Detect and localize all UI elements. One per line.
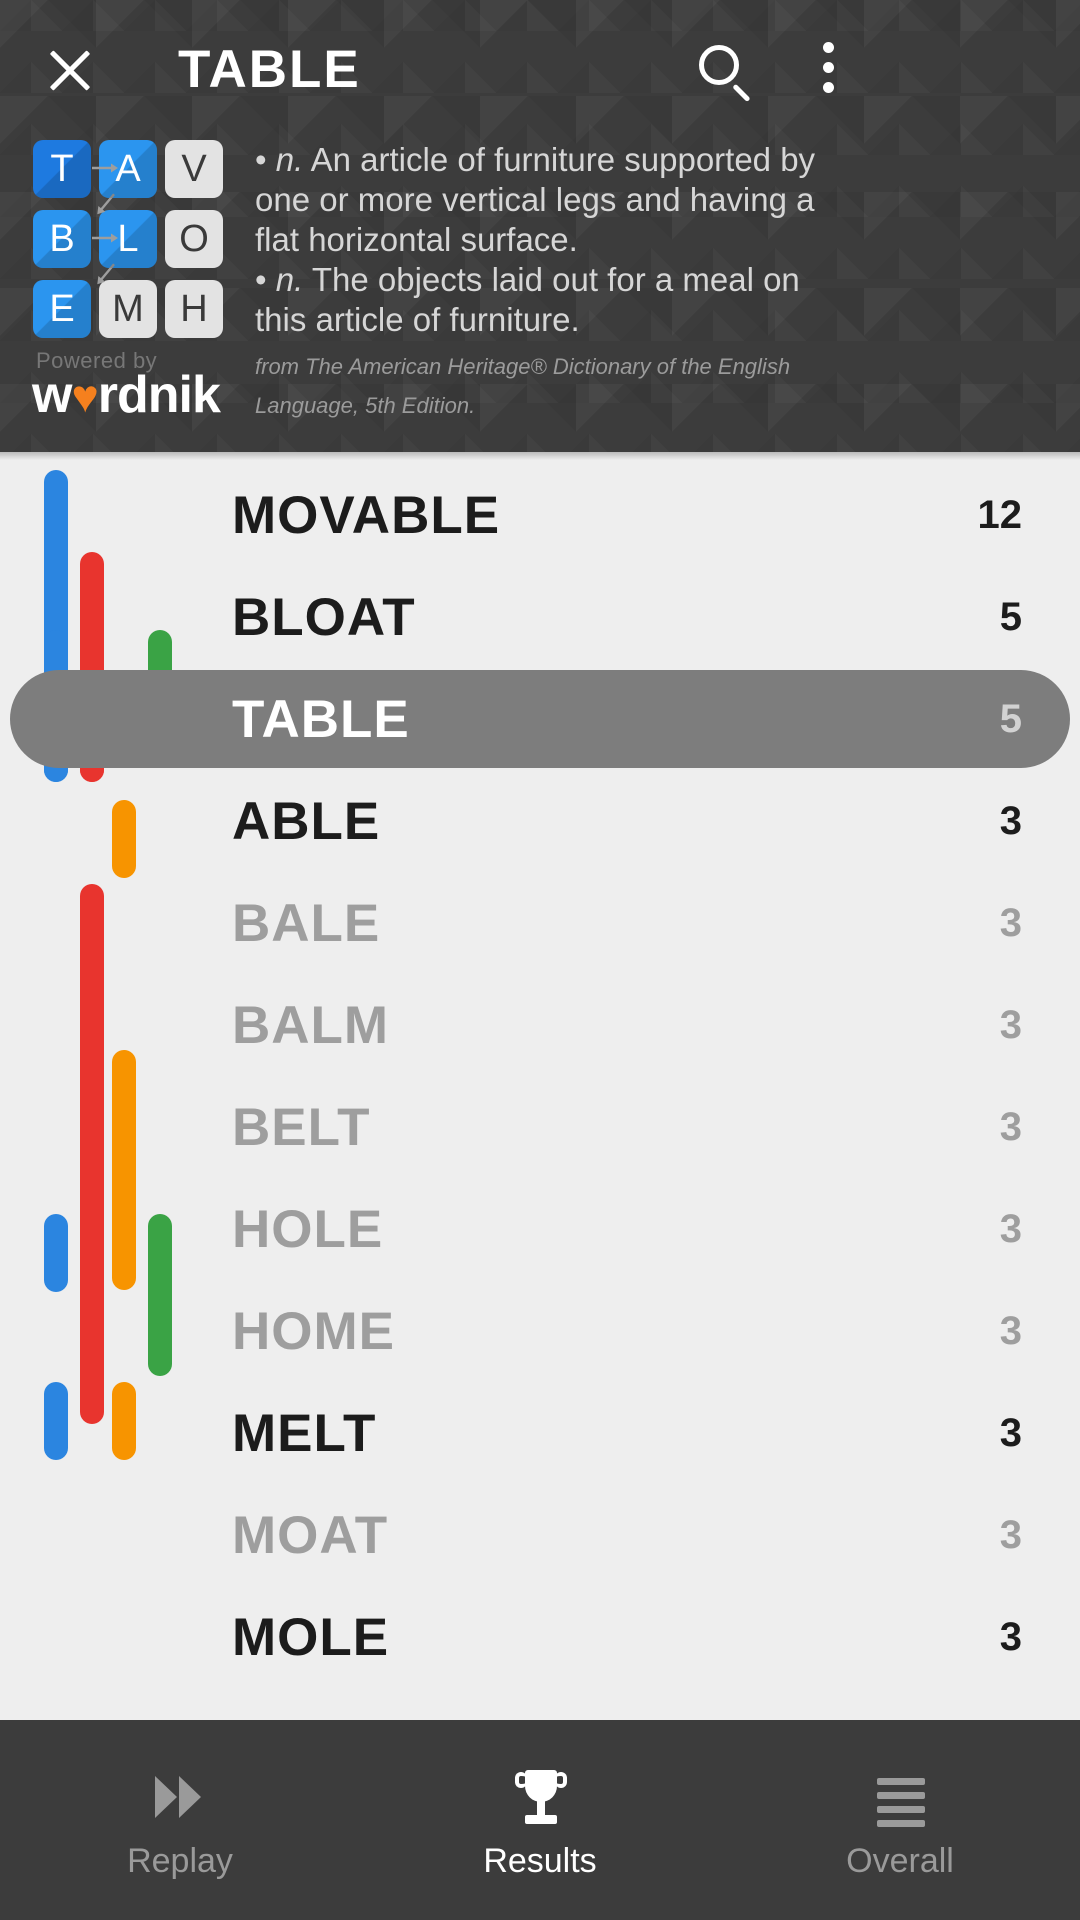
- definition-entry: • n. The objects laid out for a meal on …: [255, 260, 855, 340]
- definition-text: The objects laid out for a meal on this …: [255, 261, 800, 338]
- grid-tile-t: T: [33, 140, 91, 198]
- wordnik-wordmark: w♥rdnik: [32, 366, 221, 424]
- table-row[interactable]: BELT 3: [0, 1076, 1080, 1178]
- grid-tile-letter: L: [117, 218, 139, 260]
- bottom-navigation: Replay Results Overall: [0, 1720, 1080, 1920]
- grid-tile-h: H: [165, 280, 223, 338]
- list-lines-icon: [867, 1766, 933, 1828]
- wordnik-mark-pre: w: [32, 366, 72, 424]
- nav-item-overall[interactable]: Overall: [720, 1720, 1080, 1920]
- word-rows: MOVABLE 12 BLOAT 5 TABLE 5 ABLE 3 BALE 3 BALM 3 BELT…: [0, 452, 1080, 1688]
- nav-item-results[interactable]: Results: [360, 1720, 720, 1920]
- menu-dot: [822, 62, 834, 73]
- word-score: 3: [999, 1002, 1022, 1047]
- grid-tile-letter: V: [181, 148, 207, 190]
- definition-bullet: •: [255, 141, 276, 178]
- word-score: 3: [999, 1614, 1022, 1659]
- word-label: HOME: [232, 1301, 395, 1361]
- word-score: 3: [999, 798, 1022, 843]
- nav-item-label: Results: [483, 1842, 597, 1880]
- nav-item-replay[interactable]: Replay: [0, 1720, 360, 1920]
- search-icon[interactable]: [695, 42, 757, 104]
- word-label: MOLE: [232, 1607, 390, 1667]
- grid-tile-letter: H: [180, 288, 208, 330]
- grid-tile-b: B: [33, 210, 91, 268]
- definition-text: An article of furniture supported by one…: [255, 141, 816, 258]
- wordnik-logo: Powered by w♥rdnik: [32, 348, 262, 422]
- fast-forward-icon: [147, 1766, 213, 1828]
- grid-tile-o: O: [165, 210, 223, 268]
- wordnik-mark-post: rdnik: [97, 366, 221, 424]
- word-score: 5: [999, 696, 1022, 741]
- grid-tile-letter: T: [50, 148, 74, 190]
- word-label: MOAT: [232, 1505, 389, 1565]
- grid-tile-a: A: [99, 140, 157, 198]
- grid-tile-letter: M: [112, 288, 144, 330]
- nav-item-label: Overall: [846, 1842, 954, 1880]
- letter-grid: TAV BLO EMH: [33, 140, 253, 338]
- table-row[interactable]: BALE 3: [0, 872, 1080, 974]
- overflow-menu-icon[interactable]: [810, 42, 846, 104]
- word-label: BALE: [232, 893, 381, 953]
- word-score: 3: [999, 1512, 1022, 1557]
- grid-tile-letter: E: [49, 288, 75, 330]
- trophy-icon: [507, 1766, 573, 1828]
- word-label: MOVABLE: [232, 485, 501, 545]
- definition-entry: • n. An article of furniture supported b…: [255, 140, 855, 260]
- table-row[interactable]: MELT 3: [0, 1382, 1080, 1484]
- grid-tile-e: E: [33, 280, 91, 338]
- close-icon[interactable]: [40, 40, 100, 100]
- header-panel: TABLE TAV BLO EMH • n. An article of furni…: [0, 0, 1080, 452]
- word-label: HOLE: [232, 1199, 384, 1259]
- search-handle: [732, 83, 751, 103]
- table-row[interactable]: TABLE 5: [0, 668, 1080, 770]
- app-bar: TABLE: [0, 0, 1080, 140]
- word-score: 3: [999, 1104, 1022, 1149]
- definition-part-of-speech: n.: [275, 141, 304, 178]
- definition-part-of-speech: n.: [275, 261, 304, 298]
- grid-tile-letter: O: [179, 218, 209, 260]
- nav-item-label: Replay: [127, 1842, 233, 1880]
- grid-tile-l: L: [99, 210, 157, 268]
- word-label: MELT: [232, 1403, 377, 1463]
- word-label: BLOAT: [232, 587, 416, 647]
- heart-icon: ♥: [71, 370, 98, 422]
- word-label: BALM: [232, 995, 390, 1055]
- grid-tile-letter: A: [115, 148, 141, 190]
- table-row[interactable]: BLOAT 5: [0, 566, 1080, 668]
- word-score: 3: [999, 1206, 1022, 1251]
- list-top-shadow: [0, 452, 1080, 460]
- table-row[interactable]: MOLE 3: [0, 1586, 1080, 1688]
- table-row[interactable]: MOVABLE 12: [0, 464, 1080, 566]
- table-row[interactable]: HOME 3: [0, 1280, 1080, 1382]
- list-lines-glyph: [877, 1778, 925, 1834]
- word-score: 3: [999, 1410, 1022, 1455]
- word-label: ABLE: [232, 791, 381, 851]
- grid-tile-v: V: [165, 140, 223, 198]
- grid-tile-letter: B: [49, 218, 75, 260]
- table-row[interactable]: ABLE 3: [0, 770, 1080, 872]
- word-score: 5: [999, 594, 1022, 639]
- word-score: 12: [977, 492, 1023, 537]
- word-score: 3: [999, 900, 1022, 945]
- table-row[interactable]: HOLE 3: [0, 1178, 1080, 1280]
- menu-dot: [822, 42, 834, 53]
- results-list[interactable]: MOVABLE 12 BLOAT 5 TABLE 5 ABLE 3 BALE 3 BALM 3 BELT…: [0, 452, 1080, 1720]
- trophy-glyph: [515, 1770, 567, 1826]
- grid-tile-m: M: [99, 280, 157, 338]
- definition-block: • n. An article of furniture supported b…: [255, 140, 855, 425]
- menu-dot: [822, 82, 834, 93]
- definition-attribution: from The American Heritage® Dictionary o…: [255, 354, 791, 418]
- word-label: TABLE: [232, 689, 410, 749]
- word-score: 3: [999, 1308, 1022, 1353]
- table-row[interactable]: MOAT 3: [0, 1484, 1080, 1586]
- search-lens: [699, 45, 739, 85]
- page-title: TABLE: [178, 40, 361, 99]
- table-row[interactable]: BALM 3: [0, 974, 1080, 1076]
- definition-bullet: •: [255, 261, 276, 298]
- current-word-highlight: [10, 670, 1070, 768]
- word-label: BELT: [232, 1097, 371, 1157]
